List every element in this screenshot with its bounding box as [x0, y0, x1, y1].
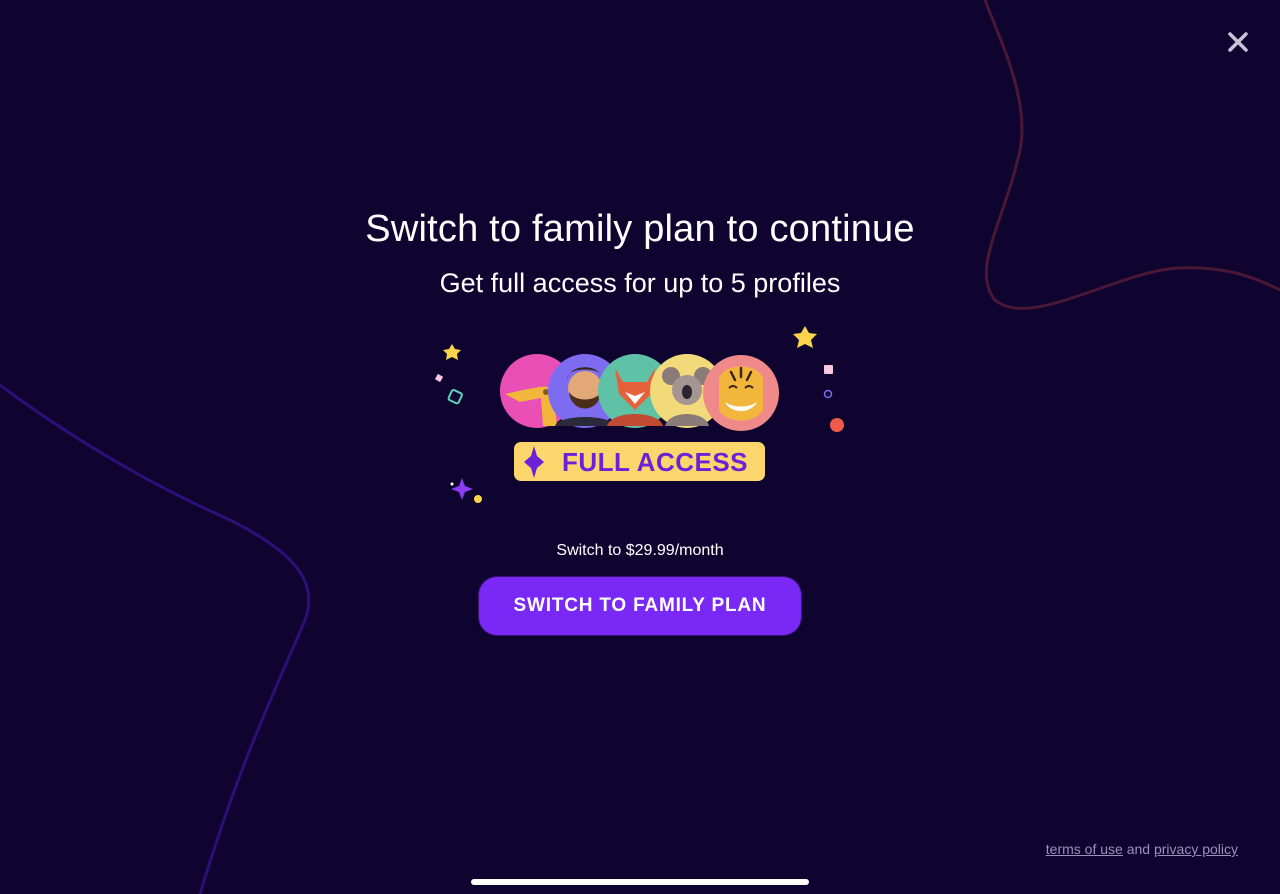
paywall-screen: Switch to family plan to continue Get fu…: [0, 0, 1280, 894]
badge-label: FULL ACCESS: [562, 447, 748, 477]
home-indicator[interactable]: [471, 879, 809, 885]
legal-and-text: and: [1126, 841, 1151, 857]
legal-links: terms of use and privacy policy: [1046, 841, 1238, 857]
confetti-icon: [823, 389, 833, 399]
sparkle-icon: [451, 478, 473, 500]
star-decoration-icon: [443, 344, 461, 360]
price-text: Switch to $29.99/month: [556, 542, 724, 559]
confetti-icon: [824, 365, 833, 374]
confetti-icon: [830, 418, 844, 432]
privacy-policy-link[interactable]: privacy policy: [1154, 841, 1238, 857]
page-title: Switch to family plan to continue: [365, 208, 915, 250]
confetti-icon: [450, 482, 454, 486]
page-subtitle: Get full access for up to 5 profiles: [439, 268, 841, 298]
terms-of-use-link[interactable]: terms of use: [1046, 841, 1123, 857]
confetti-icon: [434, 373, 444, 383]
close-icon[interactable]: [1224, 28, 1252, 56]
switch-to-family-plan-button[interactable]: SWITCH TO FAMILY PLAN: [479, 577, 801, 635]
avatar-tiger: [703, 355, 779, 431]
star-decoration-icon: [793, 326, 817, 348]
full-access-illustration: FULL ACCESS: [434, 326, 844, 503]
confetti-icon: [474, 495, 482, 503]
confetti-icon: [447, 389, 463, 405]
